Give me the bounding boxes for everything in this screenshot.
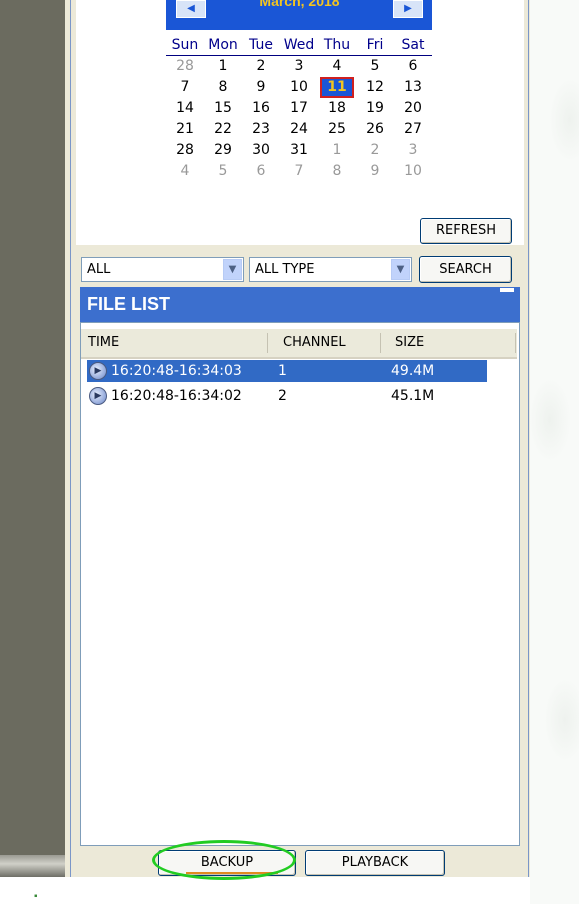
calendar-week: 21 22 23 24 25 26 27 — [166, 119, 432, 140]
weekday-label: Wed — [283, 37, 315, 53]
left-footer — [0, 877, 65, 904]
calendar-day[interactable]: 1 — [318, 140, 356, 161]
calendar-day[interactable]: 14 — [166, 98, 204, 119]
video-file-icon: ▶ — [89, 362, 107, 380]
chevron-down-icon[interactable]: ▼ — [223, 259, 242, 280]
chevron-down-icon[interactable]: ▼ — [391, 259, 410, 280]
row-size: 45.1M — [391, 388, 435, 404]
calendar-day[interactable]: 9 — [356, 161, 394, 182]
row-channel: 1 — [278, 363, 287, 379]
calendar-day[interactable]: 16 — [242, 98, 280, 119]
channel-select[interactable]: ALL ▼ — [81, 257, 244, 282]
calendar-day[interactable]: 18 — [318, 98, 356, 119]
selected-day-label: 11 — [320, 77, 354, 98]
weekday-header: Sun Mon Tue Wed Thu Fri Sat — [166, 35, 432, 56]
calendar-day[interactable]: 7 — [280, 161, 318, 182]
video-file-icon: ▶ — [89, 387, 107, 405]
calendar-day[interactable]: 3 — [394, 140, 432, 161]
column-channel[interactable]: CHANNEL — [283, 329, 346, 357]
left-scroll-bar — [0, 855, 65, 877]
calendar-day[interactable]: 10 — [280, 77, 318, 98]
table-row[interactable]: ▶ 16:20:48-16:34:02 2 45.1M — [87, 385, 487, 407]
calendar-day[interactable]: 28 — [166, 56, 204, 77]
calendar-day[interactable]: 15 — [204, 98, 242, 119]
row-time: 16:20:48-16:34:03 — [111, 363, 242, 379]
calendar-day[interactable]: 9 — [242, 77, 280, 98]
calendar-day[interactable]: 6 — [394, 56, 432, 77]
calendar-day[interactable]: 1 — [204, 56, 242, 77]
type-select[interactable]: ALL TYPE ▼ — [249, 257, 412, 282]
calendar-week: 4 5 6 7 8 9 10 — [166, 161, 432, 182]
calendar-day[interactable]: 28 — [166, 140, 204, 161]
calendar-day[interactable]: 5 — [204, 161, 242, 182]
column-divider[interactable] — [380, 333, 381, 353]
calendar-day[interactable]: 5 — [356, 56, 394, 77]
weekday-label: Sun — [171, 37, 199, 53]
row-size: 49.4M — [391, 363, 435, 379]
calendar-month-title: March, 2018 — [259, 0, 340, 9]
column-divider[interactable] — [267, 333, 268, 353]
calendar-day[interactable]: 2 — [356, 140, 394, 161]
calendar-day[interactable]: 3 — [280, 56, 318, 77]
calendar-week: 28 1 2 3 4 5 6 — [166, 56, 432, 77]
calendar-grid: Sun Mon Tue Wed Thu Fri Sat 28 1 2 3 4 5… — [166, 35, 432, 182]
calendar-day[interactable]: 8 — [204, 77, 242, 98]
channel-select-value: ALL — [87, 262, 111, 277]
calendar-day[interactable]: 4 — [318, 56, 356, 77]
desktop-background — [530, 0, 579, 904]
weekday-label: Thu — [323, 37, 351, 53]
prev-month-button[interactable]: ◀ — [176, 0, 206, 18]
row-time: 16:20:48-16:34:02 — [111, 388, 242, 404]
calendar-day[interactable]: 19 — [356, 98, 394, 119]
calendar-day[interactable]: 21 — [166, 119, 204, 140]
calendar-day[interactable]: 29 — [204, 140, 242, 161]
playback-button[interactable]: PLAYBACK — [305, 850, 445, 876]
calendar-day[interactable]: 10 — [394, 161, 432, 182]
file-list-columns: TIME CHANNEL SIZE — [81, 329, 517, 359]
column-size[interactable]: SIZE — [395, 329, 424, 357]
column-divider[interactable] — [515, 333, 516, 353]
left-panel-strip — [0, 0, 65, 855]
calendar-day[interactable]: 12 — [356, 77, 394, 98]
table-row[interactable]: ▶ 16:20:48-16:34:03 1 49.4M — [87, 360, 487, 382]
calendar-week: 14 15 16 17 18 19 20 — [166, 98, 432, 119]
search-button[interactable]: SEARCH — [419, 256, 512, 283]
calendar-day[interactable]: 24 — [280, 119, 318, 140]
column-time[interactable]: TIME — [88, 329, 119, 357]
status-icon: ▪ — [34, 891, 38, 902]
calendar-day[interactable]: 23 — [242, 119, 280, 140]
calendar-day[interactable]: 2 — [242, 56, 280, 77]
backup-focus-underline — [186, 872, 278, 874]
calendar-day[interactable]: 6 — [242, 161, 280, 182]
minimize-icon[interactable] — [500, 288, 514, 292]
calendar-day[interactable]: 30 — [242, 140, 280, 161]
type-select-value: ALL TYPE — [255, 262, 315, 277]
calendar-day[interactable]: 27 — [394, 119, 432, 140]
calendar-day[interactable]: 31 — [280, 140, 318, 161]
refresh-button[interactable]: REFRESH — [420, 218, 512, 244]
calendar-day[interactable]: 25 — [318, 119, 356, 140]
file-list-title: FILE LIST — [87, 294, 170, 314]
calendar-day[interactable]: 17 — [280, 98, 318, 119]
calendar-day[interactable]: 13 — [394, 77, 432, 98]
calendar-day[interactable]: 8 — [318, 161, 356, 182]
weekday-label: Mon — [208, 37, 238, 53]
calendar-day[interactable]: 26 — [356, 119, 394, 140]
chevron-left-icon: ◀ — [187, 3, 195, 14]
weekday-label: Tue — [249, 37, 273, 53]
calendar-day[interactable]: 4 — [166, 161, 204, 182]
calendar-day-selected[interactable]: 11 — [318, 77, 356, 98]
calendar-week: 7 8 9 10 11 12 13 — [166, 77, 432, 98]
row-channel: 2 — [278, 388, 287, 404]
calendar-day[interactable]: 7 — [166, 77, 204, 98]
calendar-week: 28 29 30 31 1 2 3 — [166, 140, 432, 161]
next-month-button[interactable]: ▶ — [393, 0, 423, 18]
calendar-day[interactable]: 20 — [394, 98, 432, 119]
weekday-label: Fri — [366, 37, 384, 53]
weekday-label: Sat — [401, 37, 425, 53]
chevron-right-icon: ▶ — [404, 3, 412, 14]
calendar-day[interactable]: 22 — [204, 119, 242, 140]
